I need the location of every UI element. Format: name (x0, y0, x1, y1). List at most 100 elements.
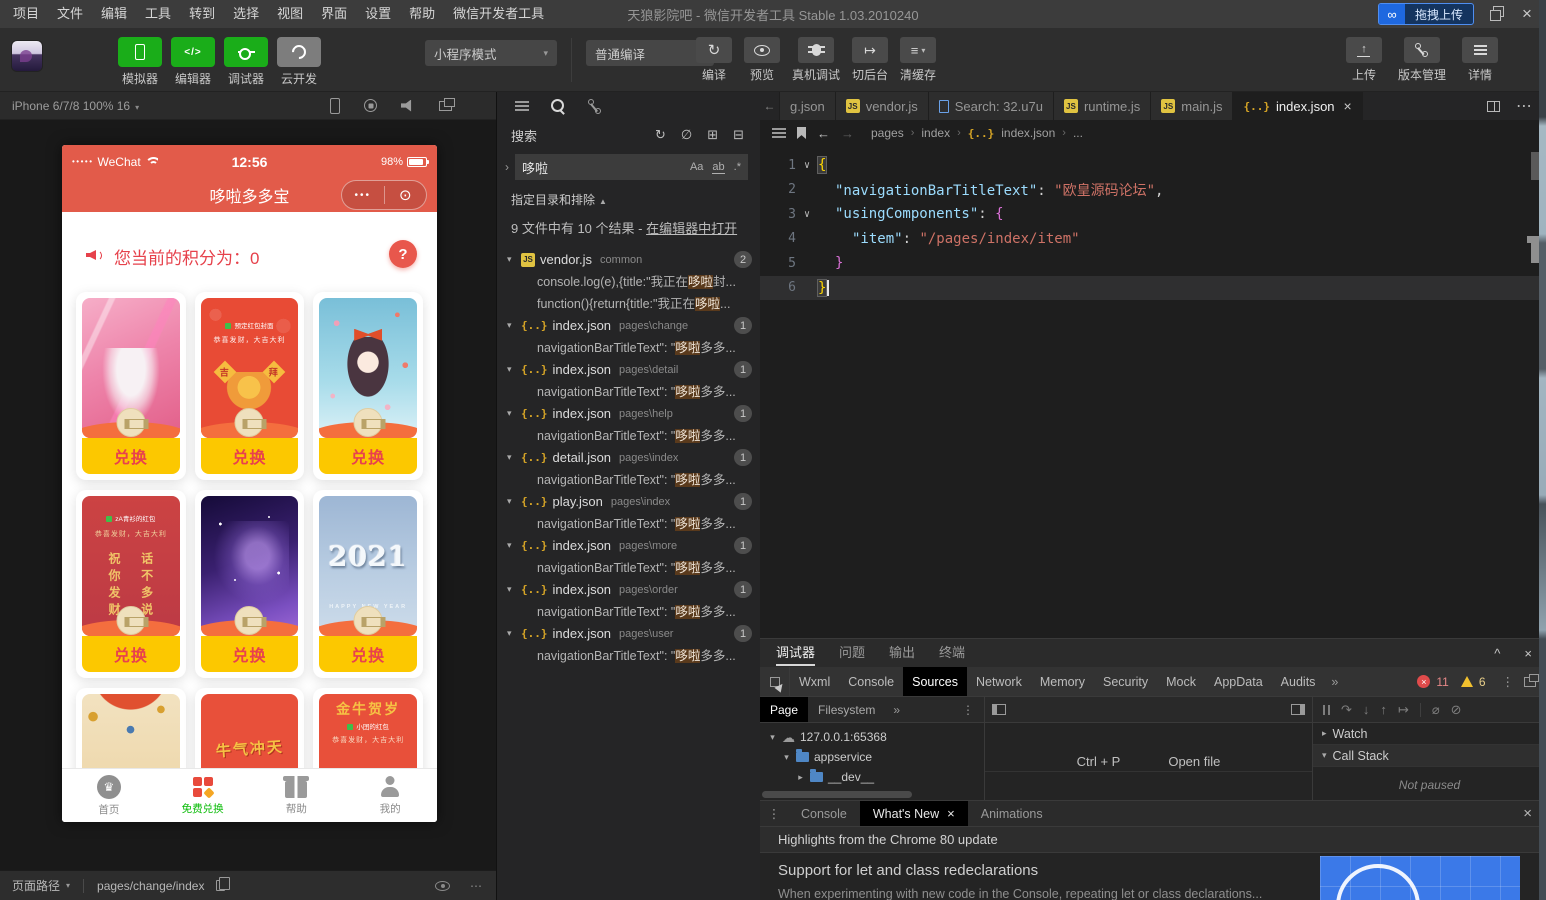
drawer-tab[interactable]: Console (788, 801, 860, 826)
more-menu-button[interactable]: ••• (342, 190, 384, 201)
devtools-menu-icon[interactable]: ⋮ (1494, 674, 1523, 689)
upload-button[interactable]: ↑ 上传 (1345, 37, 1382, 83)
step-icon[interactable]: ↦ (1398, 702, 1409, 718)
whole-word-toggle[interactable]: ab (712, 161, 725, 174)
project-avatar[interactable] (12, 41, 42, 71)
refresh-button[interactable]: ↻ 编译 (696, 37, 732, 83)
drawer-tab[interactable]: What's New × (859, 801, 968, 826)
pause-on-exceptions-icon[interactable]: ⊘ (1451, 702, 1462, 718)
explorer-icon[interactable] (515, 100, 529, 112)
editor-tab[interactable]: JS runtime.js (1053, 92, 1152, 120)
bookmark-icon[interactable] (797, 127, 806, 139)
sources-tab-page[interactable]: Page (760, 697, 809, 722)
device-selector[interactable]: iPhone 6/7/8 100% 16 ▾ (12, 99, 139, 113)
nav-forward-icon[interactable]: → (841, 126, 854, 141)
card-image[interactable]: 预定红包封面 恭喜发财，大吉大利吉 拜 (200, 298, 299, 438)
more-actions-icon[interactable]: ⋯ (1516, 96, 1532, 116)
redeem-button[interactable]: 兑换 (319, 438, 417, 474)
tree-item[interactable]: ▾ ☁ 127.0.0.1:65368 (760, 727, 984, 747)
devtools-tab-console[interactable]: Console (839, 667, 903, 696)
breadcrumb-item[interactable]: pages (871, 126, 904, 140)
menu-item[interactable]: 微信开发者工具 (444, 0, 553, 28)
search-input[interactable] (522, 159, 622, 175)
card-image[interactable] (200, 496, 299, 636)
breadcrumb-item[interactable]: index.json (1001, 126, 1055, 140)
devtools-tab-memory[interactable]: Memory (1031, 667, 1094, 696)
editor-tab[interactable]: JS vendor.js (835, 92, 929, 120)
match-case-toggle[interactable]: Aa (690, 161, 703, 173)
code-line[interactable]: 3 ∨ "usingComponents": { (760, 202, 1546, 227)
card-image[interactable] (82, 298, 180, 438)
close-tab-icon[interactable]: × (947, 806, 955, 821)
drag-upload-badge[interactable]: ∞ 拖拽上传 (1377, 3, 1474, 25)
nav-back-icon[interactable]: ← (817, 126, 830, 141)
menu-item[interactable]: 编辑 (92, 0, 136, 28)
tabbar-item-user[interactable]: 我的 (343, 769, 437, 822)
search-result-match[interactable]: navigationBarTitleText": "哆啦多多... (497, 469, 760, 491)
debugger-tab[interactable]: 终端 (939, 639, 965, 667)
mute-icon[interactable] (401, 100, 415, 112)
horizontal-scrollbar[interactable] (762, 791, 912, 798)
tree-item[interactable]: ▾ appservice (760, 747, 984, 767)
code-line[interactable]: 6 } (760, 275, 1546, 300)
devtools-tab-sources[interactable]: Sources (903, 667, 967, 696)
debugger-tab[interactable]: 输出 (889, 639, 915, 667)
clear-results-icon[interactable]: ∅ (681, 127, 692, 143)
layers-button[interactable]: ≡ ▾ 清缓存 (900, 37, 936, 83)
toggle-cloud-button[interactable]: 云开发 (277, 37, 321, 87)
refresh-icon[interactable]: ↻ (655, 127, 666, 143)
collapse-all-icon[interactable]: ⊟ (733, 127, 744, 143)
drawer-menu-icon[interactable]: ⋮ (760, 806, 788, 821)
code-editor[interactable]: 1 ∨{2 "navigationBarTitleText": "欧皇源码论坛",… (760, 146, 1546, 638)
editor-tab[interactable]: Search: 32.u7u (928, 92, 1054, 120)
menu-item[interactable]: 帮助 (400, 0, 444, 28)
rotate-device-icon[interactable] (330, 97, 340, 114)
window-close-button[interactable]: × (1518, 1, 1536, 27)
page-path-label[interactable]: 页面路径 (12, 877, 60, 894)
redeem-button[interactable]: 兑换 (82, 636, 180, 672)
search-result-file[interactable]: ▾ {..} play.json pages\index 1 (497, 491, 760, 513)
toggle-inspector-button[interactable]: 调试器 (224, 37, 268, 87)
menu-item[interactable]: 视图 (268, 0, 312, 28)
breadcrumb-item[interactable]: ... (1073, 126, 1083, 140)
redeem-button[interactable]: 兑换 (200, 636, 299, 672)
tabbar-item-crown[interactable]: ♛ 首页 (62, 769, 156, 822)
toggle-editor-button[interactable]: </> 编辑器 (171, 37, 215, 87)
redeem-button[interactable]: 兑换 (200, 438, 299, 474)
fold-arrow-icon[interactable]: ∨ (796, 209, 818, 220)
more-icon[interactable]: ⋯ (470, 879, 482, 893)
float-window-icon[interactable] (439, 97, 455, 111)
bug-button[interactable]: 真机调试 (792, 37, 840, 83)
search-result-file[interactable]: ▾ {..} index.json pages\help 1 (497, 403, 760, 425)
warning-count[interactable]: 6 (1479, 675, 1486, 689)
window-restore-button[interactable] (1490, 6, 1504, 21)
collapse-panel-icon[interactable]: ^ (1494, 646, 1500, 661)
debugger-tab[interactable]: 调试器 (776, 639, 816, 667)
devtools-tab-network[interactable]: Network (967, 667, 1031, 696)
more-tabs-icon[interactable]: » (1324, 675, 1345, 689)
debugger-tab[interactable]: 问题 (839, 639, 865, 667)
regex-toggle[interactable]: .* (734, 161, 741, 173)
split-editor-icon[interactable] (1487, 100, 1500, 112)
details-button[interactable]: 详情 (1462, 37, 1498, 83)
background-button[interactable]: ↦ 切后台 (852, 37, 888, 83)
sources-tab-filesystem[interactable]: Filesystem (808, 697, 885, 722)
menu-item[interactable]: 工具 (136, 0, 180, 28)
menu-item[interactable]: 文件 (48, 0, 92, 28)
expand-debug-icon[interactable] (1291, 704, 1305, 715)
search-result-file[interactable]: ▾ {..} detail.json pages\index 1 (497, 447, 760, 469)
step-into-icon[interactable]: ↓ (1363, 702, 1370, 717)
deactivate-breakpoints-icon[interactable]: ⌀ (1432, 702, 1440, 718)
dir-filter-toggle[interactable]: 指定目录和排除 ▲ (497, 182, 760, 210)
search-result-file[interactable]: ▾ {..} index.json pages\user 1 (497, 623, 760, 645)
search-result-match[interactable]: navigationBarTitleText": "哆啦多多... (497, 645, 760, 667)
code-line[interactable]: 5 } (760, 251, 1546, 276)
search-result-file[interactable]: ▾ {..} index.json pages\change 1 (497, 315, 760, 337)
inspect-element-button[interactable] (760, 667, 790, 696)
devtools-tab-appdata[interactable]: AppData (1205, 667, 1272, 696)
close-mini-program-button[interactable]: ⊙ (385, 186, 427, 204)
search-result-match[interactable]: navigationBarTitleText": "哆啦多多... (497, 601, 760, 623)
mode-select[interactable]: 小程序模式 ▾ (425, 40, 557, 66)
error-count[interactable]: 11 (1436, 675, 1448, 689)
code-line[interactable]: 1 ∨{ (760, 153, 1546, 178)
